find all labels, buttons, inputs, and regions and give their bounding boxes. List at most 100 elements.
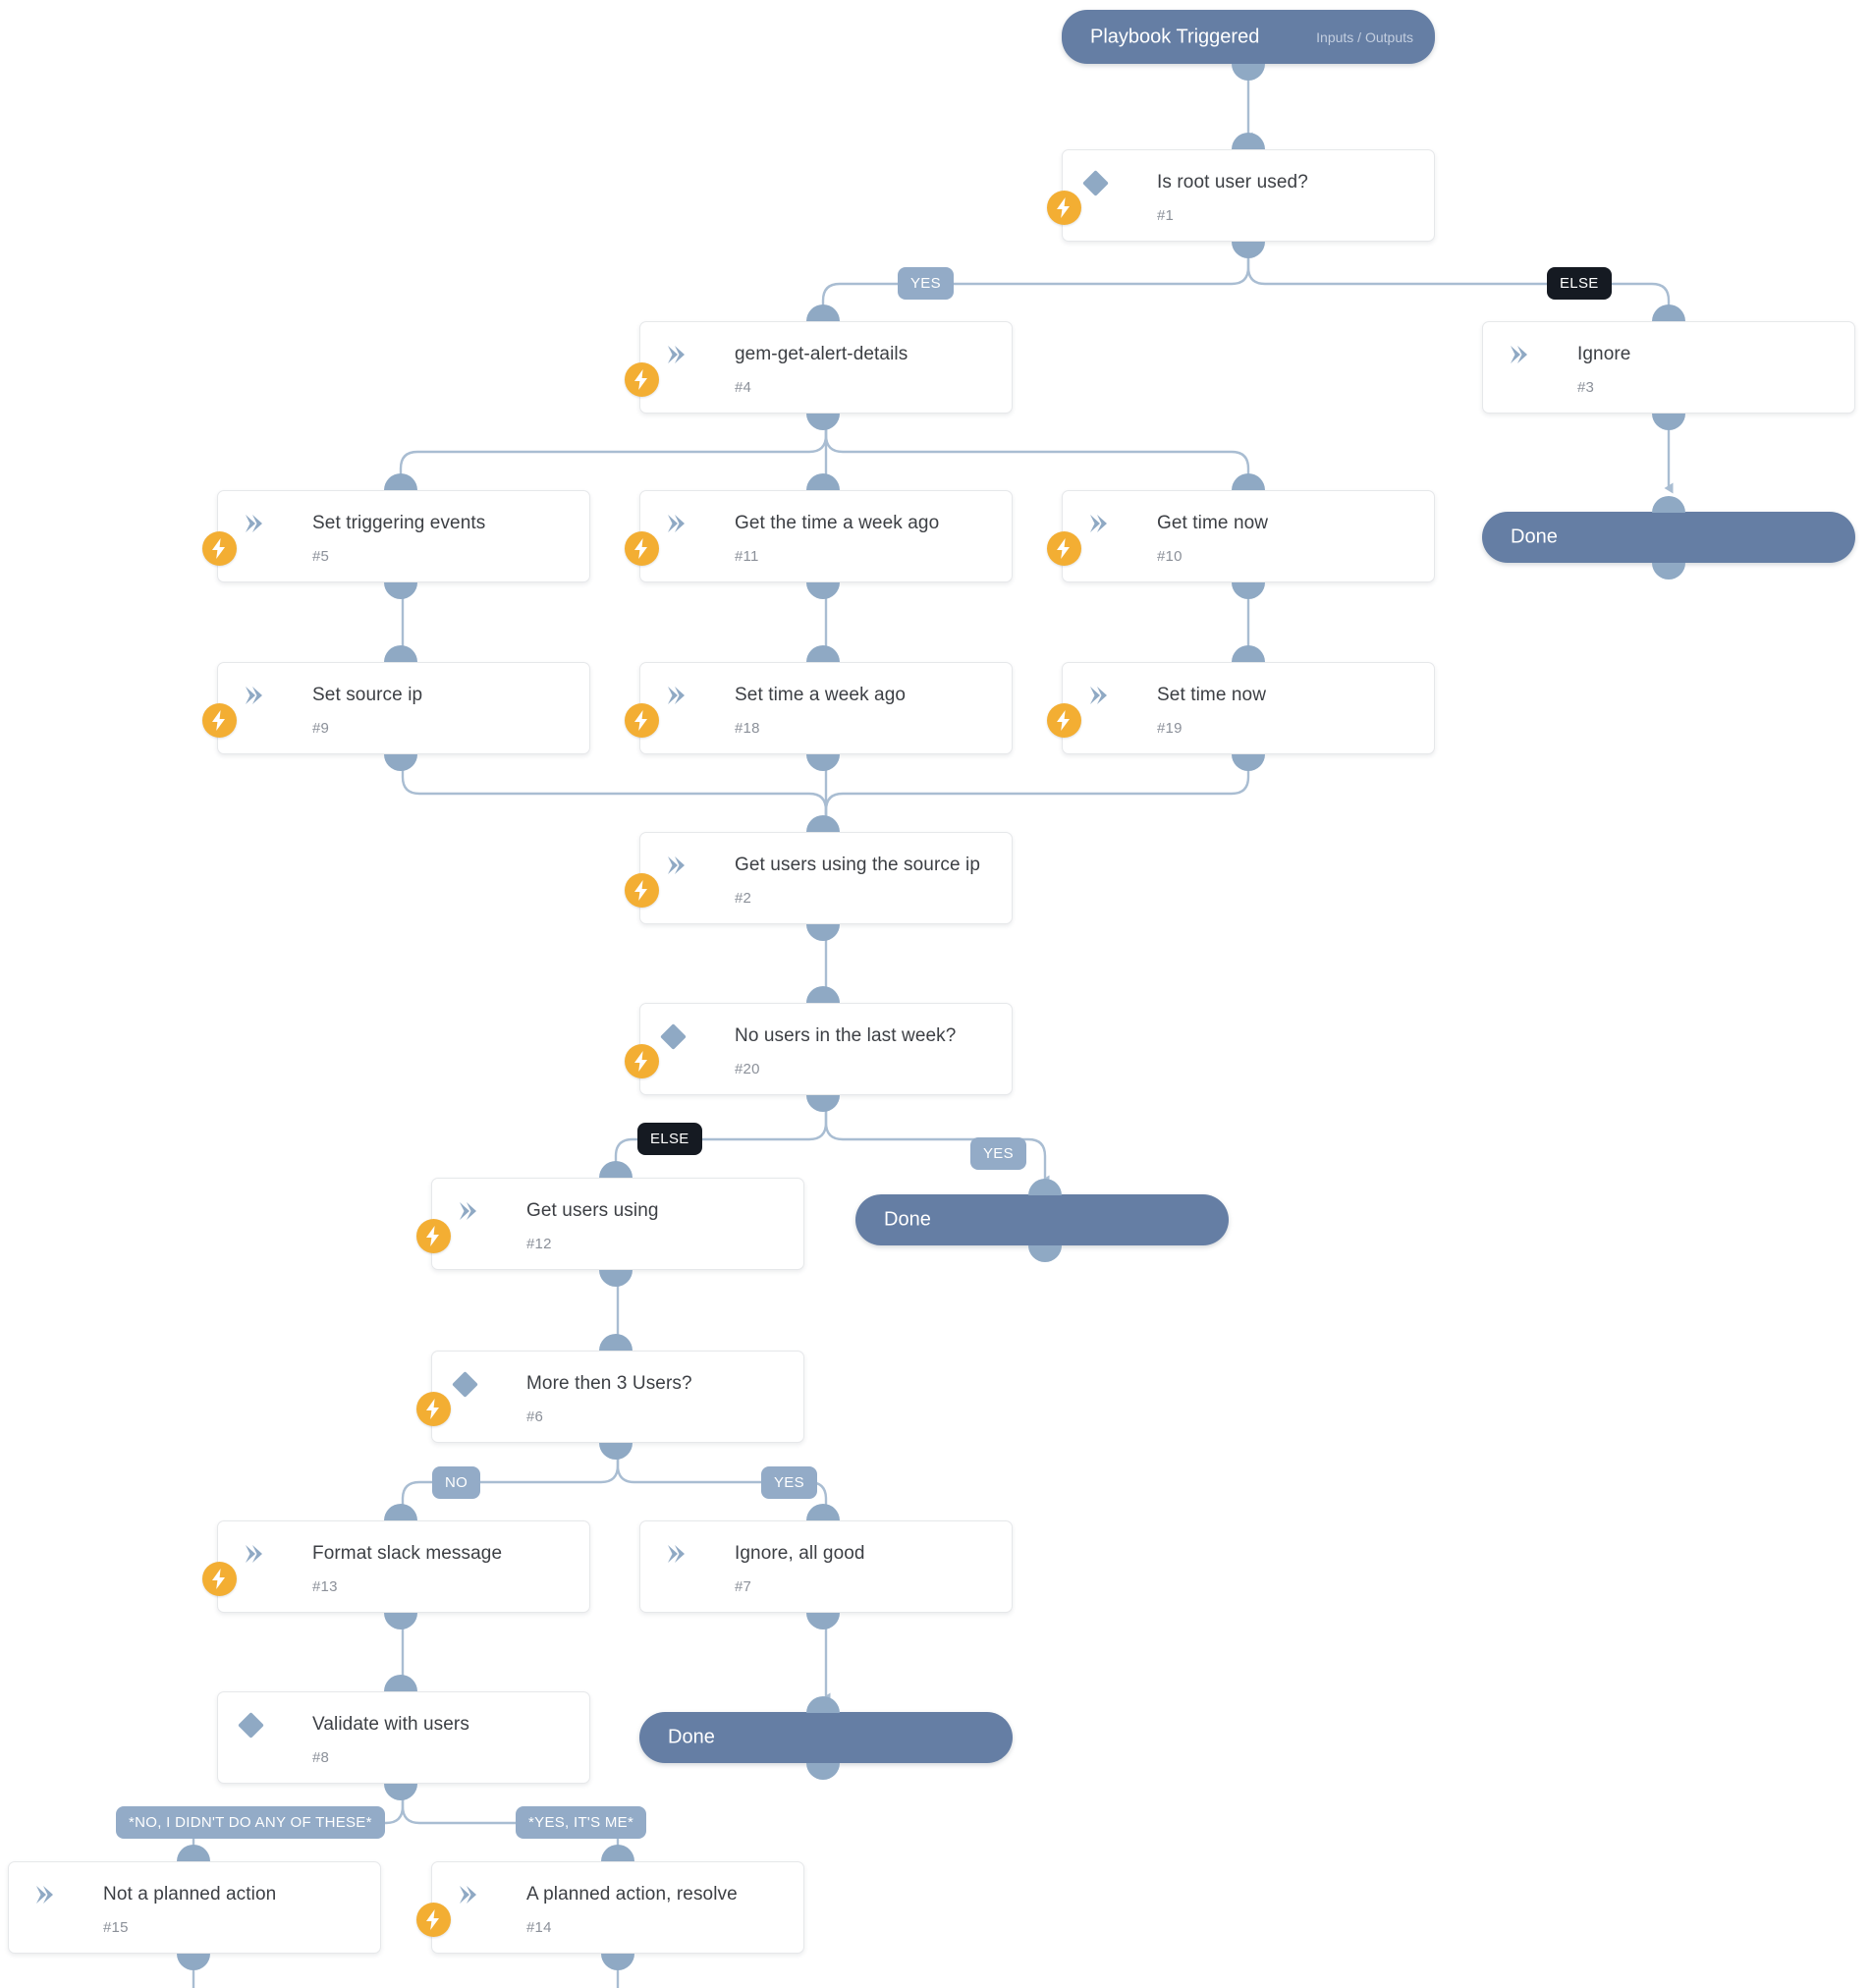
- node-id: #3: [1577, 379, 1595, 396]
- action-chevron-icon: [662, 683, 688, 708]
- node-id: #6: [526, 1408, 544, 1425]
- action-chevron-icon: [454, 1882, 479, 1907]
- lightning-bolt-icon: [416, 1219, 451, 1253]
- connector-dome-n11-in: [806, 473, 840, 490]
- connector-dome-n9-in: [384, 645, 417, 662]
- node-a-planned-action-resolve[interactable]: A planned action, resolve #14: [416, 1861, 804, 1954]
- node-format-slack-message[interactable]: Format slack message #13: [202, 1520, 590, 1613]
- connector-dome-n20-out: [806, 1095, 840, 1112]
- node-not-a-planned-action[interactable]: Not a planned action #15: [8, 1861, 381, 1954]
- node-gem-get-alert-details[interactable]: gem-get-alert-details #4: [625, 321, 1013, 414]
- action-chevron-icon: [1084, 511, 1110, 536]
- node-id: #2: [735, 890, 752, 907]
- action-chevron-icon: [1084, 683, 1110, 708]
- terminal-done-middle[interactable]: Done: [855, 1194, 1229, 1245]
- node-ignore[interactable]: Ignore #3: [1482, 321, 1855, 414]
- terminal-done-right[interactable]: Done: [1482, 512, 1855, 563]
- connector-dome-n3-out: [1652, 414, 1685, 430]
- node-id: #15: [103, 1919, 129, 1936]
- lightning-bolt-icon: [1047, 703, 1081, 738]
- connector-dome-n9-out: [384, 754, 417, 771]
- lightning-bolt-icon: [625, 531, 659, 566]
- node-title: Not a planned action: [103, 1884, 277, 1905]
- node-more-then-3-users[interactable]: More then 3 Users? #6: [416, 1351, 804, 1443]
- connector-dome-n11-out: [806, 582, 840, 599]
- node-id: #19: [1157, 720, 1183, 737]
- node-id: #1: [1157, 207, 1175, 224]
- node-id: #7: [735, 1578, 752, 1595]
- connector-dome-done2-in: [1028, 1179, 1062, 1195]
- terminal-done-lower[interactable]: Done: [639, 1712, 1013, 1763]
- node-id: #18: [735, 720, 760, 737]
- branch-label-yes-no-users: YES: [970, 1137, 1026, 1170]
- connector-dome-n18-in: [806, 645, 840, 662]
- connector-dome-n18-out: [806, 754, 840, 771]
- terminal-label: Done: [884, 1208, 931, 1231]
- node-id: #8: [312, 1749, 330, 1766]
- action-chevron-icon: [662, 511, 688, 536]
- branch-label-yes-root-user: YES: [898, 267, 954, 300]
- node-set-time-a-week-ago[interactable]: Set time a week ago #18: [625, 662, 1013, 754]
- connector-dome-n2-out: [806, 924, 840, 941]
- terminal-label: Done: [668, 1726, 715, 1748]
- lightning-bolt-icon: [202, 703, 237, 738]
- node-title: Set time a week ago: [735, 685, 907, 705]
- node-set-source-ip[interactable]: Set source ip #9: [202, 662, 590, 754]
- node-get-the-time-a-week-ago[interactable]: Get the time a week ago #11: [625, 490, 1013, 582]
- node-title: Validate with users: [312, 1714, 469, 1735]
- node-title: Get time now: [1157, 513, 1269, 533]
- node-title: gem-get-alert-details: [735, 344, 908, 364]
- connector-dome-start-out: [1232, 64, 1265, 81]
- node-get-users-using-the-source-ip[interactable]: Get users using the source ip #2: [625, 832, 1013, 924]
- node-title: Set time now: [1157, 685, 1267, 705]
- connector-dome-n2-in: [806, 815, 840, 832]
- action-chevron-icon: [240, 1541, 265, 1567]
- action-chevron-icon: [662, 1541, 688, 1567]
- connector-dome-n13-in: [384, 1504, 417, 1520]
- node-title: Format slack message: [312, 1543, 503, 1564]
- start-node-playbook-triggered[interactable]: Playbook Triggered Inputs / Outputs: [1062, 10, 1435, 64]
- node-title: Get users using the source ip: [735, 855, 981, 875]
- node-no-users-in-the-last-week[interactable]: No users in the last week? #20: [625, 1003, 1013, 1095]
- connector-dome-n8-out: [384, 1784, 417, 1800]
- node-id: #10: [1157, 548, 1183, 565]
- node-set-triggering-events[interactable]: Set triggering events #5: [202, 490, 590, 582]
- condition-diamond-icon: [452, 1371, 479, 1399]
- node-title: Ignore, all good: [735, 1543, 865, 1564]
- connector-dome-done1-out: [1652, 563, 1685, 580]
- connector-dome-n14-in: [601, 1845, 634, 1861]
- node-title: Is root user used?: [1157, 172, 1308, 193]
- branch-label-no-i-didnt-do-any-of-these: *NO, I DIDN'T DO ANY OF THESE*: [116, 1806, 385, 1839]
- node-title: Get users using: [526, 1200, 659, 1221]
- start-node-inputs-outputs-link[interactable]: Inputs / Outputs: [1316, 29, 1413, 45]
- node-title: Get the time a week ago: [735, 513, 940, 533]
- connector-dome-done3-out: [806, 1763, 840, 1780]
- connector-dome-n4-in: [806, 304, 840, 321]
- node-id: #11: [735, 548, 759, 565]
- node-is-root-user-used[interactable]: Is root user used? #1: [1047, 149, 1435, 242]
- node-get-users-using[interactable]: Get users using #12: [416, 1178, 804, 1270]
- connector-dome-n13-out: [384, 1613, 417, 1629]
- node-set-time-now[interactable]: Set time now #19: [1047, 662, 1435, 754]
- node-ignore-all-good[interactable]: Ignore, all good #7: [639, 1520, 1013, 1613]
- connector-dome-n19-out: [1232, 754, 1265, 771]
- node-id: #20: [735, 1061, 760, 1077]
- lightning-bolt-icon: [1047, 191, 1081, 225]
- node-id: #14: [526, 1919, 552, 1936]
- connector-dome-n5-out: [384, 582, 417, 599]
- start-node-label: Playbook Triggered: [1090, 26, 1260, 47]
- action-chevron-icon: [662, 342, 688, 367]
- node-validate-with-users[interactable]: Validate with users #8: [217, 1691, 590, 1784]
- connector-dome-n20-in: [806, 986, 840, 1003]
- connector-dome-n1-out: [1232, 242, 1265, 258]
- node-title: Set source ip: [312, 685, 423, 705]
- lightning-bolt-icon: [416, 1392, 451, 1426]
- node-get-time-now[interactable]: Get time now #10: [1047, 490, 1435, 582]
- connector-dome-n6-out: [599, 1443, 633, 1460]
- connector-dome-n6-in: [599, 1334, 633, 1351]
- action-chevron-icon: [662, 853, 688, 878]
- connector-dome-n1-in: [1232, 133, 1265, 149]
- branch-label-yes-more-users: YES: [761, 1466, 817, 1499]
- node-title: More then 3 Users?: [526, 1373, 692, 1394]
- action-chevron-icon: [240, 683, 265, 708]
